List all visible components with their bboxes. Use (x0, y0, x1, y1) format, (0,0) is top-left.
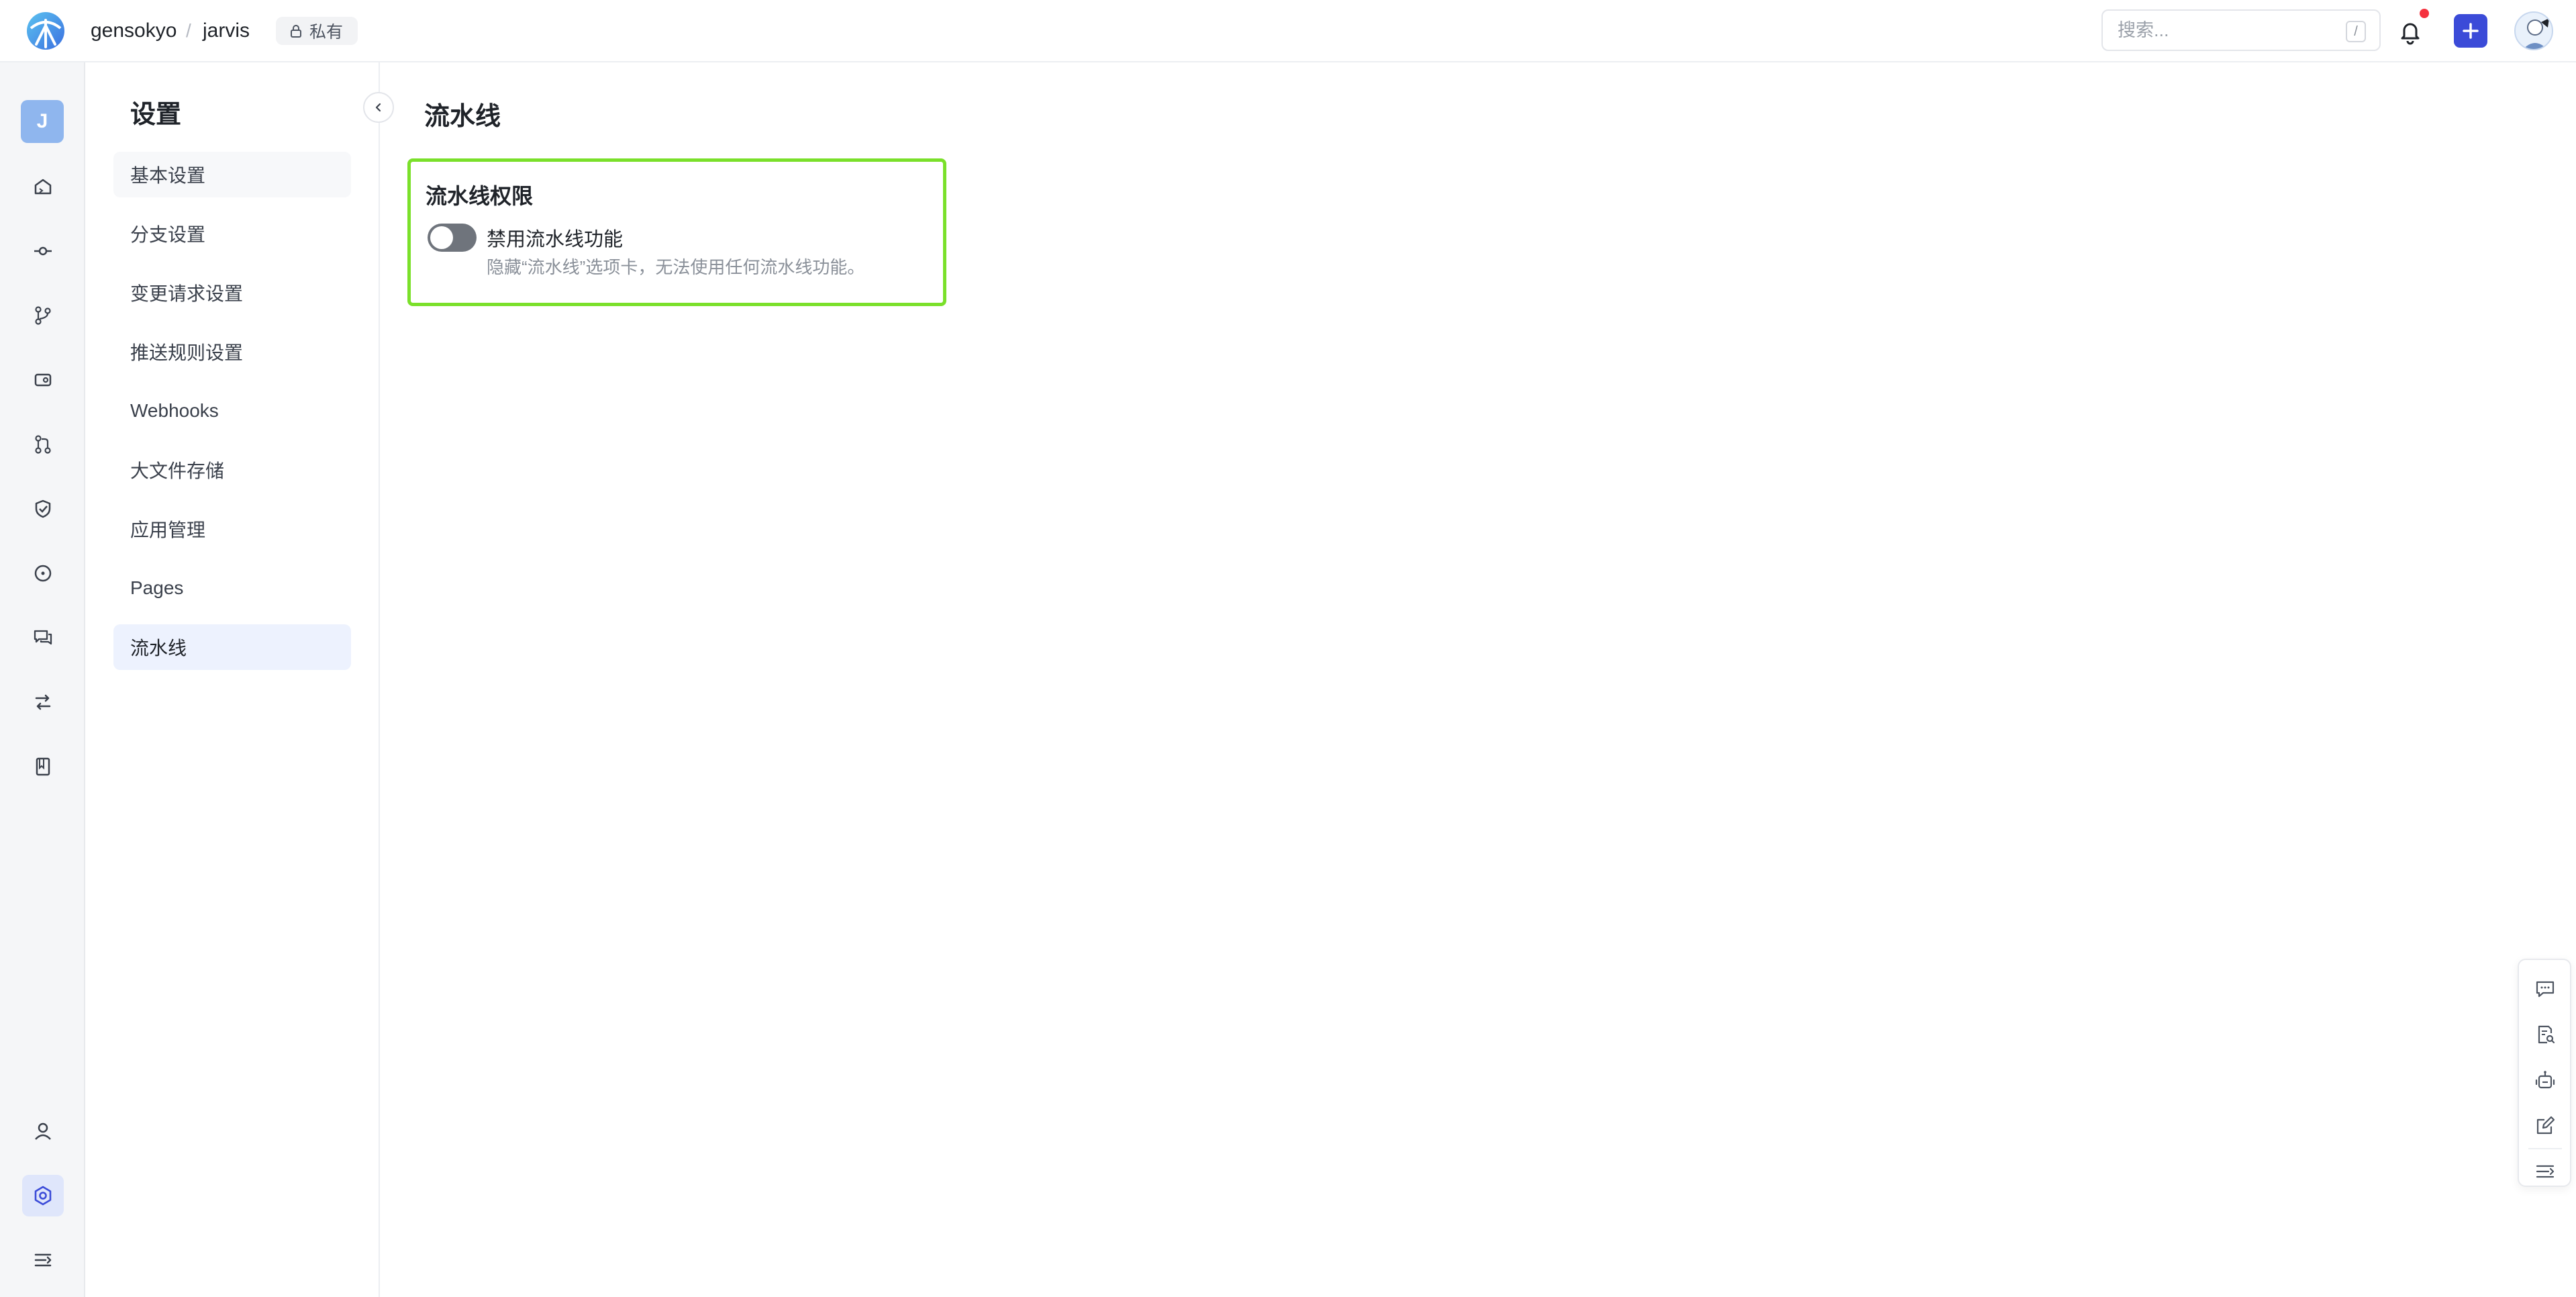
search-box[interactable]: / (2101, 9, 2381, 51)
comment-icon[interactable] (2526, 968, 2565, 1010)
pull-request-icon[interactable] (22, 424, 64, 465)
menu-item-pipeline[interactable]: 流水线 (113, 624, 351, 670)
option-label: 禁用流水线功能 (487, 229, 624, 250)
menu-item-merge-request[interactable]: 变更请求设置 (113, 270, 351, 316)
toggle-knob (430, 226, 453, 249)
plus-icon (2461, 21, 2480, 40)
search-input[interactable] (2118, 11, 2319, 50)
breadcrumb-org[interactable]: gensokyo (91, 17, 177, 45)
user-avatar[interactable] (2514, 11, 2553, 50)
collapse-sidebar-button[interactable] (363, 92, 394, 123)
breadcrumb-repo[interactable]: jarvis (203, 17, 250, 45)
issue-icon[interactable] (22, 553, 64, 594)
chevron-left-icon (372, 101, 385, 114)
menu-item-push-rules[interactable]: 推送规则设置 (113, 329, 351, 375)
logo-icon[interactable] (26, 11, 66, 51)
toolbar-divider (2528, 1148, 2562, 1149)
collapse-icon[interactable] (2526, 1151, 2565, 1192)
menu-item-pages[interactable]: Pages (113, 565, 351, 611)
visibility-badge: 私有 (276, 17, 358, 45)
notification-dot (2420, 9, 2429, 18)
wiki-icon[interactable] (22, 746, 64, 787)
robot-icon[interactable] (2526, 1059, 2565, 1101)
lock-icon (288, 23, 304, 39)
page-title: 流水线 (424, 103, 501, 131)
bell-icon[interactable] (2395, 16, 2426, 47)
breadcrumb-separator: / (186, 20, 191, 41)
branch-icon[interactable] (22, 295, 64, 336)
floating-toolbar (2518, 959, 2571, 1187)
menu-item-apps[interactable]: 应用管理 (113, 506, 351, 552)
menu-item-basic[interactable]: 基本设置 (113, 152, 351, 197)
settings-icon[interactable] (22, 1175, 64, 1216)
settings-title: 设置 (130, 101, 182, 129)
menu-item-lfs[interactable]: 大文件存储 (113, 447, 351, 493)
compare-icon[interactable] (22, 681, 64, 723)
disable-pipeline-toggle[interactable] (428, 224, 477, 252)
settings-sidebar: 设置 基本设置 分支设置 变更请求设置 推送规则设置 Webhooks 大文件存… (86, 62, 380, 1297)
menu-item-webhooks[interactable]: Webhooks (113, 388, 351, 434)
search-doc-icon[interactable] (2526, 1014, 2565, 1055)
top-bar: gensokyo / jarvis 私有 / (0, 0, 2576, 62)
edit-icon[interactable] (2526, 1105, 2565, 1147)
home-icon[interactable] (22, 166, 64, 207)
collapse-menu-icon[interactable] (22, 1239, 64, 1281)
discussion-icon[interactable] (22, 617, 64, 659)
card-title: 流水线权限 (426, 184, 534, 208)
pipeline-permission-card: 流水线权限 禁用流水线功能 隐藏“流水线”选项卡，无法使用任何流水线功能。 (407, 158, 946, 306)
commit-icon[interactable] (22, 230, 64, 272)
option-description: 隐藏“流水线”选项卡，无法使用任何流水线功能。 (487, 257, 865, 277)
visibility-label: 私有 (309, 23, 344, 42)
shield-icon[interactable] (22, 488, 64, 530)
create-new-button[interactable] (2454, 14, 2487, 48)
menu-item-branch[interactable]: 分支设置 (113, 211, 351, 256)
user-icon[interactable] (22, 1110, 64, 1152)
project-avatar[interactable]: J (21, 100, 64, 143)
search-shortcut-key: / (2346, 21, 2366, 42)
package-icon[interactable] (22, 359, 64, 401)
